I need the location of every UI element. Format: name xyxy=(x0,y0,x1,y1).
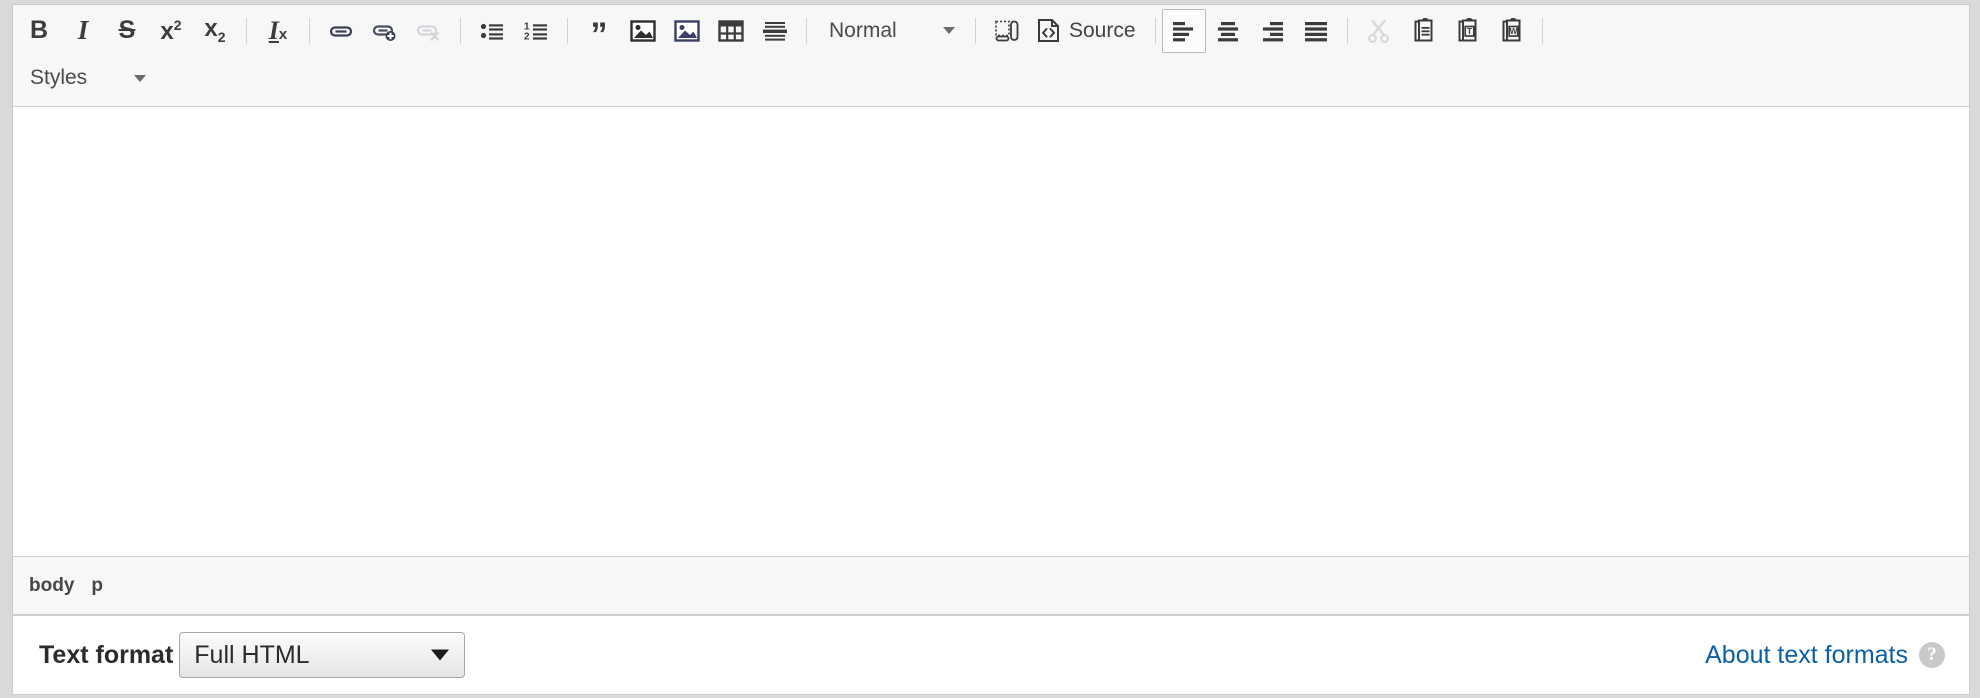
toolbar-row-2: Styles xyxy=(13,56,1969,106)
toolbar-group-clipboard: T W xyxy=(1357,9,1533,53)
numbered-list-icon: 1 2 xyxy=(523,18,549,44)
editor-toolbar: B I S x2 x2 Ix 1 2 ” Normal Source T W S… xyxy=(13,5,1969,107)
paste-button[interactable] xyxy=(1401,9,1445,53)
toolbar-separator xyxy=(460,17,461,44)
align-center-icon xyxy=(1215,20,1241,42)
remove-format-icon: Ix xyxy=(268,15,288,45)
align-left-button[interactable] xyxy=(1161,8,1206,53)
cut-button xyxy=(1357,9,1401,53)
link-button[interactable] xyxy=(319,9,363,53)
unlink-icon xyxy=(416,18,442,44)
elements-path-item-body[interactable]: body xyxy=(29,575,74,597)
table-button[interactable] xyxy=(709,9,753,53)
align-left-icon xyxy=(1171,20,1197,42)
numbered-list-button[interactable]: 1 2 xyxy=(514,9,558,53)
format-combo[interactable]: Normal xyxy=(816,9,966,53)
text-format-bar: Text format Full HTML About text formats… xyxy=(12,615,1970,695)
subscript-icon: x2 xyxy=(204,15,226,45)
toolbar-separator xyxy=(806,17,807,44)
toolbar-group-alignment xyxy=(1161,8,1338,53)
ckeditor-widget: B I S x2 x2 Ix 1 2 ” Normal Source T W S… xyxy=(0,0,1980,698)
bold-button[interactable]: B xyxy=(17,9,61,53)
paste-from-word-button[interactable]: W xyxy=(1489,9,1533,53)
table-icon xyxy=(718,19,744,43)
bulleted-list-button[interactable] xyxy=(470,9,514,53)
elements-path-item-p[interactable]: p xyxy=(91,575,103,597)
unlink-button xyxy=(407,9,451,53)
horizontal-rule-icon xyxy=(762,19,788,43)
chevron-down-icon xyxy=(943,27,955,34)
toolbar-separator xyxy=(1154,17,1156,44)
text-format-label: Text format xyxy=(39,640,174,669)
toolbar-group-insert: ” xyxy=(577,9,797,53)
toolbar-group-removeformat: Ix xyxy=(256,9,300,53)
justify-icon xyxy=(1303,20,1329,42)
chevron-down-icon xyxy=(431,649,450,661)
toolbar-group-links xyxy=(319,9,451,53)
media-image-icon xyxy=(674,19,700,43)
align-center-button[interactable] xyxy=(1206,9,1250,53)
toolbar-separator xyxy=(975,17,976,44)
italic-button[interactable]: I xyxy=(61,9,105,53)
strikethrough-icon: S xyxy=(118,16,136,44)
superscript-icon: x2 xyxy=(160,16,182,45)
image-button[interactable] xyxy=(621,9,665,53)
align-right-button[interactable] xyxy=(1250,9,1294,53)
toolbar-separator xyxy=(1541,17,1543,44)
italic-icon: I xyxy=(77,15,89,45)
bold-icon: B xyxy=(29,16,49,44)
scissors-icon xyxy=(1366,18,1392,44)
toolbar-group-basicstyles: B I S x2 x2 xyxy=(17,9,237,53)
paste-word-icon: W xyxy=(1498,17,1524,44)
toolbar-separator xyxy=(309,17,310,44)
editor-frame: B I S x2 x2 Ix 1 2 ” Normal Source T W S… xyxy=(12,4,1970,615)
help-icon[interactable]: ? xyxy=(1919,642,1945,668)
toolbar-separator xyxy=(1346,17,1348,44)
remove-format-button[interactable]: Ix xyxy=(256,9,300,53)
text-format-select[interactable]: Full HTML xyxy=(179,632,466,678)
paste-as-text-button[interactable]: T xyxy=(1445,9,1489,53)
link-add-icon xyxy=(372,18,398,44)
toolbar-separator xyxy=(246,17,247,44)
show-blocks-button[interactable] xyxy=(985,9,1029,53)
blockquote-button[interactable]: ” xyxy=(577,9,621,53)
paste-icon xyxy=(1410,17,1436,44)
source-code-icon xyxy=(1036,18,1061,43)
styles-combo-label: Styles xyxy=(30,66,88,89)
svg-text:T: T xyxy=(1466,26,1472,36)
svg-text:2: 2 xyxy=(524,31,530,42)
toolbar-group-tools: Source xyxy=(985,9,1145,53)
chevron-down-icon xyxy=(134,74,146,82)
elements-path: body p xyxy=(13,556,1969,614)
about-text-formats-link[interactable]: About text formats xyxy=(1705,641,1908,670)
toolbar-separator xyxy=(567,17,568,44)
source-button[interactable]: Source xyxy=(1029,9,1145,53)
text-format-select-value: Full HTML xyxy=(194,640,310,669)
editing-area[interactable] xyxy=(13,107,1969,556)
blockquote-icon: ” xyxy=(590,16,608,54)
horizontal-rule-button[interactable] xyxy=(753,9,797,53)
anchor-button[interactable] xyxy=(363,9,407,53)
align-right-icon xyxy=(1259,20,1285,42)
source-button-label: Source xyxy=(1069,18,1136,42)
link-icon xyxy=(328,18,354,44)
styles-combo[interactable]: Styles xyxy=(17,56,157,100)
strikethrough-button[interactable]: S xyxy=(105,9,149,53)
show-blocks-icon xyxy=(994,19,1020,43)
svg-text:W: W xyxy=(1509,27,1517,36)
subscript-button[interactable]: x2 xyxy=(193,9,237,53)
superscript-button[interactable]: x2 xyxy=(149,9,193,53)
toolbar-row-1: B I S x2 x2 Ix 1 2 ” Normal Source T W xyxy=(13,5,1969,56)
media-button[interactable] xyxy=(665,9,709,53)
format-combo-label: Normal xyxy=(829,18,897,42)
justify-button[interactable] xyxy=(1294,9,1338,53)
paste-text-icon: T xyxy=(1454,17,1480,44)
image-icon xyxy=(630,19,656,43)
toolbar-group-lists: 1 2 xyxy=(470,9,558,53)
bulleted-list-icon xyxy=(479,18,505,44)
